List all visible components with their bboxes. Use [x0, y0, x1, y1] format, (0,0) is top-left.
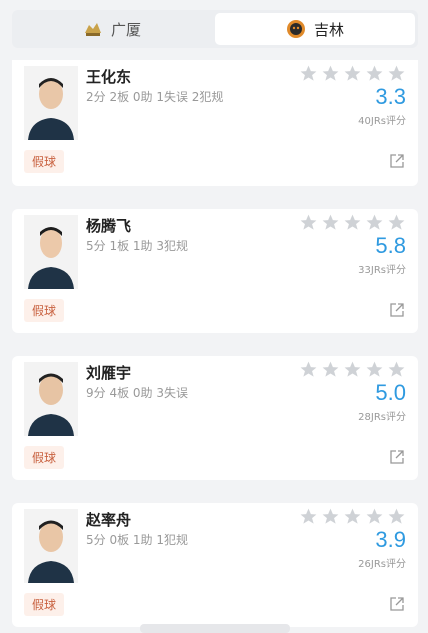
tab-guangsha[interactable]: 广厦 [12, 10, 212, 48]
comment-tag[interactable]: 假球 [24, 299, 65, 322]
rating-count: 33JRs评分 [358, 265, 406, 276]
watermark [140, 624, 290, 633]
player-stats: 5分 1板 1助 3犯规 [86, 239, 188, 253]
star-icon[interactable] [299, 64, 318, 83]
star-icon[interactable] [387, 64, 406, 83]
player-stats: 2分 2板 0助 1失误 2犯规 [86, 90, 224, 104]
avatar [24, 66, 78, 140]
rating-stars[interactable] [299, 360, 406, 379]
comment-tag[interactable]: 假球 [24, 150, 65, 173]
star-icon[interactable] [387, 507, 406, 526]
star-icon[interactable] [299, 213, 318, 232]
player-name: 赵率舟 [86, 511, 132, 529]
star-icon[interactable] [321, 507, 340, 526]
star-icon[interactable] [365, 213, 384, 232]
player-rating-list: 王化东 2分 2板 0助 1失误 2犯规 3.3 40JRs评分 假球 杨腾飞 [12, 60, 418, 633]
star-icon[interactable] [365, 360, 384, 379]
star-icon[interactable] [365, 507, 384, 526]
comment-tag[interactable]: 假球 [24, 446, 65, 469]
share-icon[interactable] [390, 597, 404, 611]
star-icon[interactable] [343, 213, 362, 232]
rating-count: 40JRs评分 [358, 116, 406, 127]
star-icon[interactable] [343, 64, 362, 83]
guangsha-logo-icon [84, 23, 101, 36]
tab-label: 吉林 [313, 20, 344, 39]
rating-stars[interactable] [299, 507, 406, 526]
share-icon[interactable] [390, 303, 404, 317]
player-card[interactable]: 赵率舟 5分 0板 1助 1犯规 3.9 26JRs评分 假球 [12, 503, 418, 627]
player-stats: 9分 4板 0助 3失误 [86, 386, 188, 400]
player-card[interactable]: 王化东 2分 2板 0助 1失误 2犯规 3.3 40JRs评分 假球 [12, 60, 418, 186]
rating-count: 28JRs评分 [358, 412, 406, 423]
rating-score: 5.8 [375, 233, 406, 258]
jilin-logo-icon [286, 20, 305, 38]
player-name: 刘雁宇 [86, 364, 132, 382]
avatar [24, 362, 78, 436]
player-name: 王化东 [86, 68, 132, 86]
player-card[interactable]: 刘雁宇 9分 4板 0助 3失误 5.0 28JRs评分 假球 [12, 356, 418, 480]
player-card[interactable]: 杨腾飞 5分 1板 1助 3犯规 5.8 33JRs评分 假球 [12, 209, 418, 333]
player-name: 杨腾飞 [86, 217, 132, 235]
star-icon[interactable] [321, 213, 340, 232]
rating-score: 5.0 [375, 380, 406, 405]
star-icon[interactable] [365, 64, 384, 83]
tab-jilin[interactable]: 吉林 [215, 13, 415, 45]
avatar [24, 509, 78, 583]
star-icon[interactable] [321, 64, 340, 83]
comment-tag[interactable]: 假球 [24, 593, 65, 616]
tab-label: 广厦 [110, 20, 141, 39]
rating-score: 3.3 [375, 84, 406, 109]
avatar [24, 215, 78, 289]
rating-count: 26JRs评分 [358, 559, 406, 570]
team-tabs: 广厦 吉林 [12, 10, 418, 48]
rating-score: 3.9 [375, 527, 406, 552]
rating-stars[interactable] [299, 64, 406, 83]
star-icon[interactable] [299, 507, 318, 526]
share-icon[interactable] [390, 154, 404, 168]
share-icon[interactable] [390, 450, 404, 464]
star-icon[interactable] [321, 360, 340, 379]
rating-stars[interactable] [299, 213, 406, 232]
star-icon[interactable] [343, 507, 362, 526]
star-icon[interactable] [387, 360, 406, 379]
star-icon[interactable] [387, 213, 406, 232]
player-stats: 5分 0板 1助 1犯规 [86, 533, 188, 547]
star-icon[interactable] [299, 360, 318, 379]
star-icon[interactable] [343, 360, 362, 379]
